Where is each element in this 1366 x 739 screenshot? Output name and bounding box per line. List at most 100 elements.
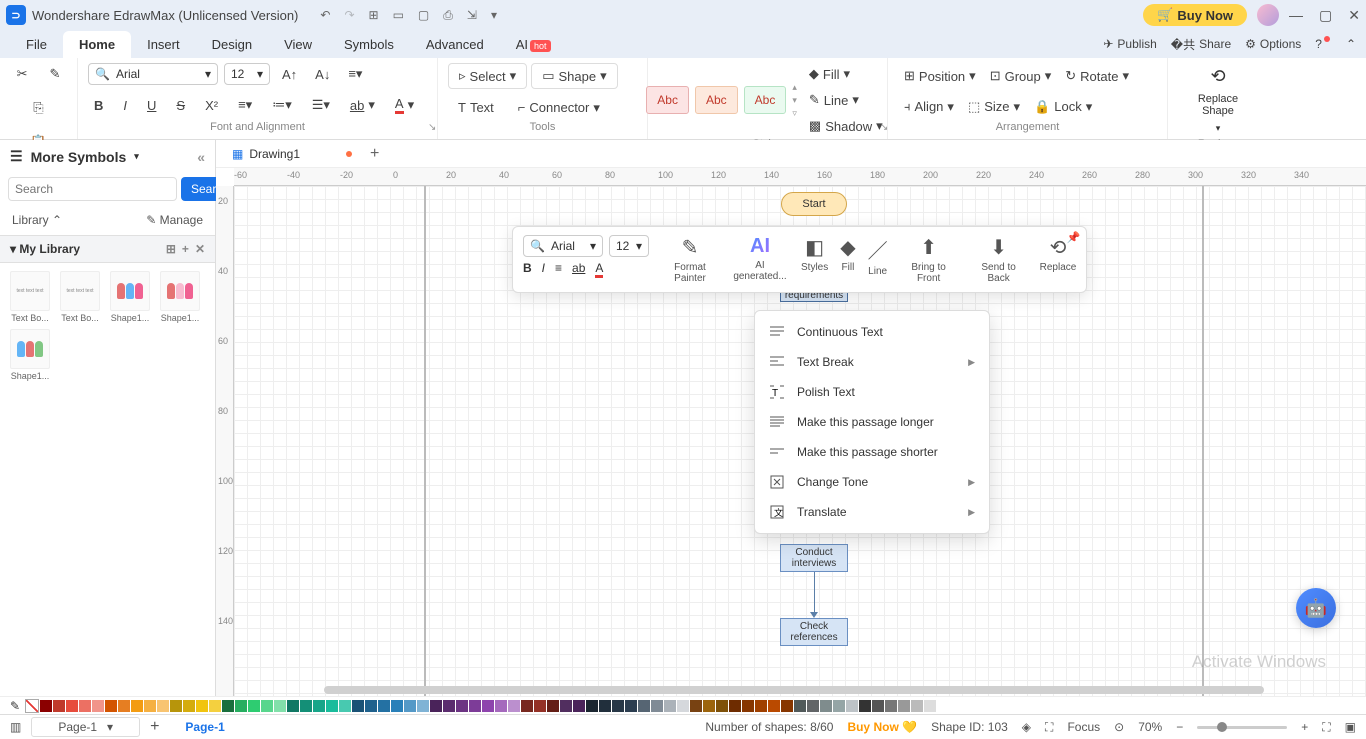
mini-line-button[interactable]: ／Line xyxy=(864,233,892,279)
color-swatch[interactable] xyxy=(482,700,494,712)
shadow-button[interactable]: ▩ Shadow ▾ xyxy=(803,114,889,138)
pin-icon[interactable]: 📌 xyxy=(1067,231,1081,244)
mini-size-select[interactable]: 12▾ xyxy=(609,235,649,257)
color-swatch[interactable] xyxy=(66,700,78,712)
color-swatch[interactable] xyxy=(885,700,897,712)
new-icon[interactable]: ⊞ xyxy=(369,8,379,23)
color-swatch[interactable] xyxy=(521,700,533,712)
search-input[interactable] xyxy=(8,177,177,201)
document-tab[interactable]: ▦ Drawing1 xyxy=(224,143,360,165)
color-swatch[interactable] xyxy=(196,700,208,712)
ctx-polish-text[interactable]: TPolish Text xyxy=(755,377,989,407)
qat-more-icon[interactable]: ▾ xyxy=(491,8,497,23)
align-button[interactable]: ⫞ Align▾ xyxy=(898,95,960,119)
color-swatch[interactable] xyxy=(339,700,351,712)
more-symbols-header[interactable]: More Symbols xyxy=(31,149,127,165)
eyedropper-icon[interactable]: ✎ xyxy=(10,699,20,713)
color-swatch[interactable] xyxy=(625,700,637,712)
mini-fill-button[interactable]: ◆Fill xyxy=(836,233,859,275)
color-swatch[interactable] xyxy=(794,700,806,712)
bold-icon[interactable]: B xyxy=(88,94,109,117)
increase-font-icon[interactable]: A↑ xyxy=(276,63,303,86)
color-swatch[interactable] xyxy=(534,700,546,712)
mini-styles-button[interactable]: ◧Styles xyxy=(797,233,832,275)
numbering-icon[interactable]: ☰▾ xyxy=(306,93,336,117)
color-swatch[interactable] xyxy=(651,700,663,712)
ctx-change-tone[interactable]: Change Tone▶ xyxy=(755,467,989,497)
save-icon[interactable]: ▢ xyxy=(418,8,429,23)
page-tab-active[interactable]: Page-1 xyxy=(169,718,240,736)
color-swatch[interactable] xyxy=(391,700,403,712)
color-swatch[interactable] xyxy=(326,700,338,712)
color-swatch[interactable] xyxy=(430,700,442,712)
zoom-level[interactable]: 70% xyxy=(1138,720,1162,734)
redo-icon[interactable]: ↷ xyxy=(344,8,354,23)
line-button[interactable]: ✎ Line ▾ xyxy=(803,88,889,112)
mylib-header[interactable]: My Library xyxy=(19,242,80,256)
bullets-icon[interactable]: ≔▾ xyxy=(266,93,298,117)
color-swatch[interactable] xyxy=(313,700,325,712)
line-spacing-icon[interactable]: ≡▾ xyxy=(232,93,258,117)
mini-highlight-icon[interactable]: ab xyxy=(572,261,585,275)
ctx-make-shorter[interactable]: Make this passage shorter xyxy=(755,437,989,467)
fill-button[interactable]: ◆ Fill ▾ xyxy=(803,62,889,86)
color-swatch[interactable] xyxy=(547,700,559,712)
minimize-icon[interactable]: — xyxy=(1289,7,1303,24)
flowchart-conduct[interactable]: Conduct interviews xyxy=(780,544,848,572)
open-icon[interactable]: ▭ xyxy=(393,8,404,23)
superscript-icon[interactable]: X² xyxy=(199,94,224,117)
style-preset-2[interactable]: Abc xyxy=(695,86,738,114)
color-swatch[interactable] xyxy=(157,700,169,712)
options-button[interactable]: ⚙ Options xyxy=(1245,37,1301,51)
color-swatch[interactable] xyxy=(287,700,299,712)
mini-fontcolor-icon[interactable]: A xyxy=(595,261,603,275)
close-icon[interactable]: ✕ xyxy=(1348,7,1360,24)
styles-dialog-icon[interactable]: ↘ xyxy=(880,122,888,133)
lock-button[interactable]: 🔒 Lock▾ xyxy=(1028,95,1098,119)
collapse-ribbon-icon[interactable]: ⌃ xyxy=(1346,37,1356,51)
mini-front-button[interactable]: ⬆Bring to Front xyxy=(896,233,962,286)
buy-now-button[interactable]: 🛒 Buy Now xyxy=(1143,4,1247,26)
notifications-icon[interactable]: ? xyxy=(1315,37,1332,51)
no-color-swatch[interactable] xyxy=(25,699,39,713)
color-swatch[interactable] xyxy=(79,700,91,712)
color-swatch[interactable] xyxy=(612,700,624,712)
color-swatch[interactable] xyxy=(495,700,507,712)
color-swatch[interactable] xyxy=(924,700,936,712)
font-color-icon[interactable]: A▾ xyxy=(389,92,420,118)
page-list-icon[interactable]: ▥ xyxy=(10,720,21,734)
list-item[interactable]: text text textText Bo... xyxy=(58,271,102,323)
color-swatch[interactable] xyxy=(53,700,65,712)
chat-fab[interactable]: 🤖 xyxy=(1296,588,1336,628)
color-swatch[interactable] xyxy=(807,700,819,712)
color-swatch[interactable] xyxy=(586,700,598,712)
color-swatch[interactable] xyxy=(716,700,728,712)
color-swatch[interactable] xyxy=(378,700,390,712)
ctx-translate[interactable]: 文Translate▶ xyxy=(755,497,989,527)
collapse-sidebar-icon[interactable]: « xyxy=(197,149,205,165)
horizontal-scrollbar[interactable] xyxy=(324,686,1264,694)
format-painter-icon[interactable]: ✎ xyxy=(44,62,67,86)
ctx-text-break[interactable]: Text Break▶ xyxy=(755,347,989,377)
play-icon[interactable]: ⊙ xyxy=(1114,720,1124,734)
export-icon[interactable]: ⇲ xyxy=(467,8,477,23)
tab-advanced[interactable]: Advanced xyxy=(410,31,500,58)
color-swatch[interactable] xyxy=(573,700,585,712)
mini-align-icon[interactable]: ≡ xyxy=(555,261,562,275)
replace-shape-button[interactable]: ⟲ Replace Shape ▾ xyxy=(1178,62,1258,138)
italic-icon[interactable]: I xyxy=(117,94,133,117)
color-swatch[interactable] xyxy=(703,700,715,712)
color-swatch[interactable] xyxy=(352,700,364,712)
ctx-make-longer[interactable]: Make this passage longer xyxy=(755,407,989,437)
strike-icon[interactable]: S xyxy=(170,94,191,117)
style-preset-1[interactable]: Abc xyxy=(646,86,689,114)
color-swatch[interactable] xyxy=(404,700,416,712)
maximize-icon[interactable]: ▢ xyxy=(1319,7,1332,24)
zoom-out-icon[interactable]: − xyxy=(1176,720,1183,734)
align-vert-icon[interactable]: ≡▾ xyxy=(342,62,368,86)
color-swatch[interactable] xyxy=(599,700,611,712)
color-swatch[interactable] xyxy=(365,700,377,712)
tab-ai[interactable]: AIhot xyxy=(500,31,567,58)
layers-icon[interactable]: ◈ xyxy=(1022,720,1031,734)
user-avatar[interactable] xyxy=(1257,4,1279,26)
